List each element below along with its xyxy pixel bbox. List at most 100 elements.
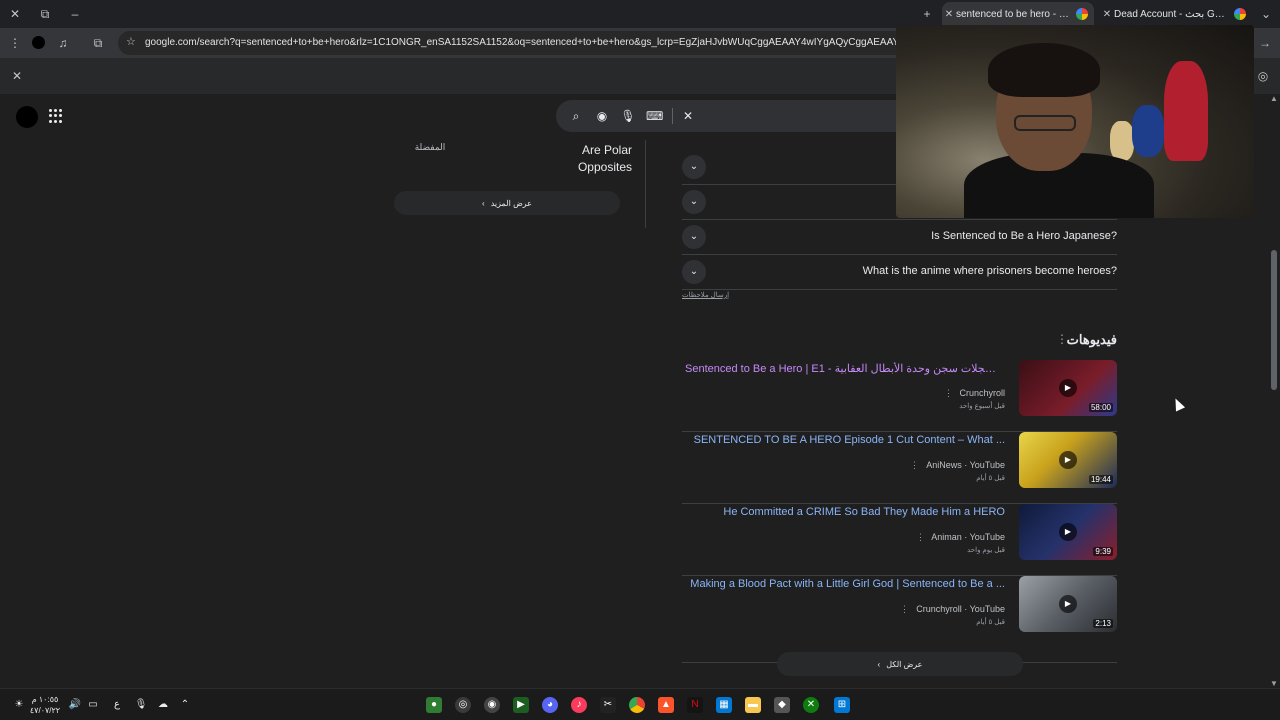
close-tab-icon[interactable]: ✕ <box>1100 9 1114 20</box>
video-title[interactable]: Sentenced to Be a Hero | E1 - سجلات سجن … <box>685 362 1005 375</box>
app-icon[interactable]: ● <box>426 697 442 713</box>
discord-icon[interactable]: ◕ <box>542 697 558 713</box>
new-tab-icon[interactable]: + <box>919 6 935 22</box>
close-window-icon[interactable]: ✕ <box>7 6 23 22</box>
more-options-icon[interactable]: ⋮ <box>900 604 909 615</box>
extensions-icon[interactable]: ⧉ <box>90 35 106 51</box>
video-age: قبل ٥ أيام <box>976 475 1005 482</box>
video-age: قبل ٥ أيام <box>976 619 1005 626</box>
more-options-icon[interactable]: ⋮ <box>944 388 953 399</box>
store-icon[interactable]: ▦ <box>716 697 732 713</box>
keyboard-icon[interactable]: ⌨ <box>646 108 663 124</box>
media-control-icon[interactable]: ♫ <box>55 35 71 51</box>
video-title[interactable]: He Committed a CRIME So Bad They Made Hi… <box>723 506 1005 518</box>
result-title-line2: Opposites <box>577 160 632 174</box>
more-options-icon[interactable]: ⋮ <box>910 460 919 471</box>
chevron-up-icon[interactable]: ⌃ <box>178 698 192 712</box>
netflix-icon[interactable]: N <box>687 697 703 713</box>
video-duration: 2:13 <box>1093 619 1113 628</box>
video-result[interactable]: ▶ 9:39 He Committed a CRIME So Bad They … <box>682 504 1117 576</box>
more-options-icon[interactable]: ⋮ <box>916 532 925 543</box>
tab-search-icon[interactable]: ⌄ <box>1258 6 1274 22</box>
video-source: AniNews · YouTube <box>926 460 1005 470</box>
chrome-icon[interactable] <box>629 697 645 713</box>
volume-icon[interactable]: 🔊 <box>68 698 82 712</box>
page-scrollbar[interactable]: ▲ ▼ <box>1268 94 1280 688</box>
chevron-down-icon[interactable]: ⌄ <box>682 155 706 179</box>
see-all-label: عرض الكل <box>886 659 923 669</box>
search-box[interactable]: ⌕ ◉ 🎙 ⌨ ✕ <box>556 100 916 132</box>
minimize-window-icon[interactable]: – <box>67 6 83 22</box>
video-result[interactable]: ▶ 19:44 SENTENCED TO BE A HERO Episode 1… <box>682 432 1117 504</box>
play-icon: ▶ <box>1059 451 1077 469</box>
microphone-icon[interactable]: 🎙 <box>134 698 148 712</box>
play-store-icon[interactable]: ▶ <box>513 697 529 713</box>
profile-avatar-icon[interactable] <box>30 35 46 51</box>
menu-kebab-icon[interactable]: ⋮ <box>7 35 23 51</box>
weather-icon[interactable]: ☀ <box>12 698 26 712</box>
network-icon[interactable]: ▭ <box>86 698 100 712</box>
video-result[interactable]: ▶ 2:13 Making a Blood Pact with a Little… <box>682 576 1117 648</box>
tab-dead-account[interactable]: ✕ Dead Account - بحث Google <box>1100 2 1252 26</box>
system-clock[interactable]: ١٠:٥٥ م ٤٧/٠٧/٢٢ <box>28 694 62 716</box>
close-tab-icon[interactable]: ✕ <box>942 9 956 20</box>
show-more-button[interactable]: ‹ عرض المزيد <box>394 191 620 215</box>
file-explorer-icon[interactable]: ▬ <box>745 697 761 713</box>
chevron-down-icon[interactable]: ⌄ <box>682 190 706 214</box>
app-icon[interactable]: ◆ <box>774 697 790 713</box>
favorite-label[interactable]: المفضلة <box>400 142 460 153</box>
language-indicator[interactable]: ع <box>110 698 124 712</box>
video-duration: 19:44 <box>1088 475 1113 484</box>
music-icon[interactable]: ♪ <box>571 697 587 713</box>
forward-arrow-icon[interactable]: → <box>1257 35 1273 51</box>
start-windows-icon[interactable]: ⊞ <box>834 697 850 713</box>
app-icon[interactable]: ◎ <box>455 697 471 713</box>
address-bar[interactable]: ☆ google.com/search?q=sentenced+to+be+he… <box>118 31 908 55</box>
person-hair <box>988 43 1100 97</box>
video-source: Crunchyroll · YouTube <box>916 604 1005 614</box>
url-text[interactable]: google.com/search?q=sentenced+to+be+hero… <box>145 37 905 48</box>
google-favicon-icon <box>1234 8 1246 20</box>
plush-toy <box>1110 121 1134 161</box>
faq-row[interactable]: ⌄ Is Sentenced to Be a Hero Japanese? <box>682 220 1117 255</box>
videos-section-title: فيديوهات <box>1066 332 1117 347</box>
faq-row[interactable]: ⌄ What is the anime where prisoners beco… <box>682 255 1117 290</box>
tab-sentenced-to-be-hero[interactable]: ✕ sentenced to be hero - بحث Google <box>942 2 1094 26</box>
video-thumbnail[interactable]: ▶ 2:13 <box>1019 576 1117 632</box>
send-feedback-link[interactable]: إرسال ملاحظات <box>682 291 729 299</box>
video-age: قبل أسبوع واحد <box>959 403 1005 410</box>
search-icon[interactable]: ⌕ <box>568 108 584 124</box>
bookmark-star-icon[interactable]: ☆ <box>126 35 136 48</box>
result-title[interactable]: Are Polar Opposites <box>570 142 632 176</box>
scroll-up-icon[interactable]: ▲ <box>1270 94 1278 103</box>
xbox-icon[interactable]: ✕ <box>803 697 819 713</box>
video-thumbnail[interactable]: ▶ 19:44 <box>1019 432 1117 488</box>
divider <box>645 140 646 228</box>
close-infobar-icon[interactable]: ✕ <box>9 68 25 84</box>
scrollbar-thumb[interactable] <box>1271 250 1277 390</box>
capcut-icon[interactable]: ✂ <box>600 697 616 713</box>
chevron-down-icon[interactable]: ⌄ <box>682 225 706 249</box>
google-apps-icon[interactable] <box>49 109 63 123</box>
video-duration: 58:00 <box>1088 403 1113 412</box>
google-favicon-icon <box>1076 8 1088 20</box>
brave-icon[interactable]: ▲ <box>658 697 674 713</box>
video-result[interactable]: ▶ 58:00 Sentenced to Be a Hero | E1 - سج… <box>682 360 1117 432</box>
video-age: قبل يوم واحد <box>967 547 1005 554</box>
google-lens-icon[interactable]: ◉ <box>594 108 610 124</box>
video-title[interactable]: SENTENCED TO BE A HERO Episode 1 Cut Con… <box>694 434 1005 446</box>
video-title[interactable]: Making a Blood Pact with a Little Girl G… <box>690 578 1005 590</box>
see-all-videos-button[interactable]: ‹ عرض الكل <box>777 652 1023 676</box>
video-thumbnail[interactable]: ▶ 58:00 <box>1019 360 1117 416</box>
video-source: Animan · YouTube <box>931 532 1005 542</box>
account-avatar[interactable] <box>16 106 38 128</box>
scroll-down-icon[interactable]: ▼ <box>1270 679 1278 688</box>
video-thumbnail[interactable]: ▶ 9:39 <box>1019 504 1117 560</box>
app-icon[interactable]: ◉ <box>484 697 500 713</box>
onedrive-icon[interactable]: ☁ <box>156 698 170 712</box>
chevron-down-icon[interactable]: ⌄ <box>682 260 706 284</box>
microphone-icon[interactable]: 🎙 <box>620 108 636 124</box>
restore-window-icon[interactable]: ⧉ <box>37 6 53 22</box>
divider <box>672 108 673 124</box>
clear-search-icon[interactable]: ✕ <box>680 108 696 124</box>
